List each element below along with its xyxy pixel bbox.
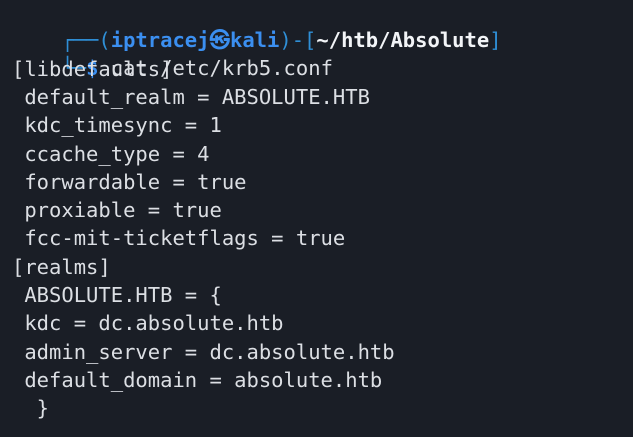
output-line: default_domain = absolute.htb: [12, 368, 383, 392]
output-line: [realms]: [12, 255, 111, 279]
output-line: admin_server = dc.absolute.htb: [12, 340, 395, 364]
command-line[interactable]: └─$ cat /etc/krb5.conf: [12, 26, 333, 80]
output-line: [libdefaults]: [12, 57, 173, 81]
output-line: }: [12, 396, 50, 420]
output-line: default_realm = ABSOLUTE.HTB: [12, 85, 370, 109]
prompt-line: ┌──(iptracej㉿kali)-[~/htb/Absolute]: [12, 0, 501, 52]
output-line: fcc-mit-ticketflags = true: [12, 226, 346, 250]
terminal-window[interactable]: ┌──(iptracej㉿kali)-[~/htb/Absolute] └─$ …: [0, 0, 633, 437]
output-line: kdc = dc.absolute.htb: [12, 311, 284, 335]
output-line: proxiable = true: [12, 198, 222, 222]
prompt-path: ~/htb/Absolute: [316, 28, 490, 52]
output-line: ABSOLUTE.HTB = {: [12, 283, 222, 307]
output-line: kdc_timesync = 1: [12, 113, 222, 137]
prompt-close-bracket: ]: [489, 28, 502, 52]
output-line: ccache_type = 4: [12, 142, 210, 166]
output-line: forwardable = true: [12, 170, 247, 194]
